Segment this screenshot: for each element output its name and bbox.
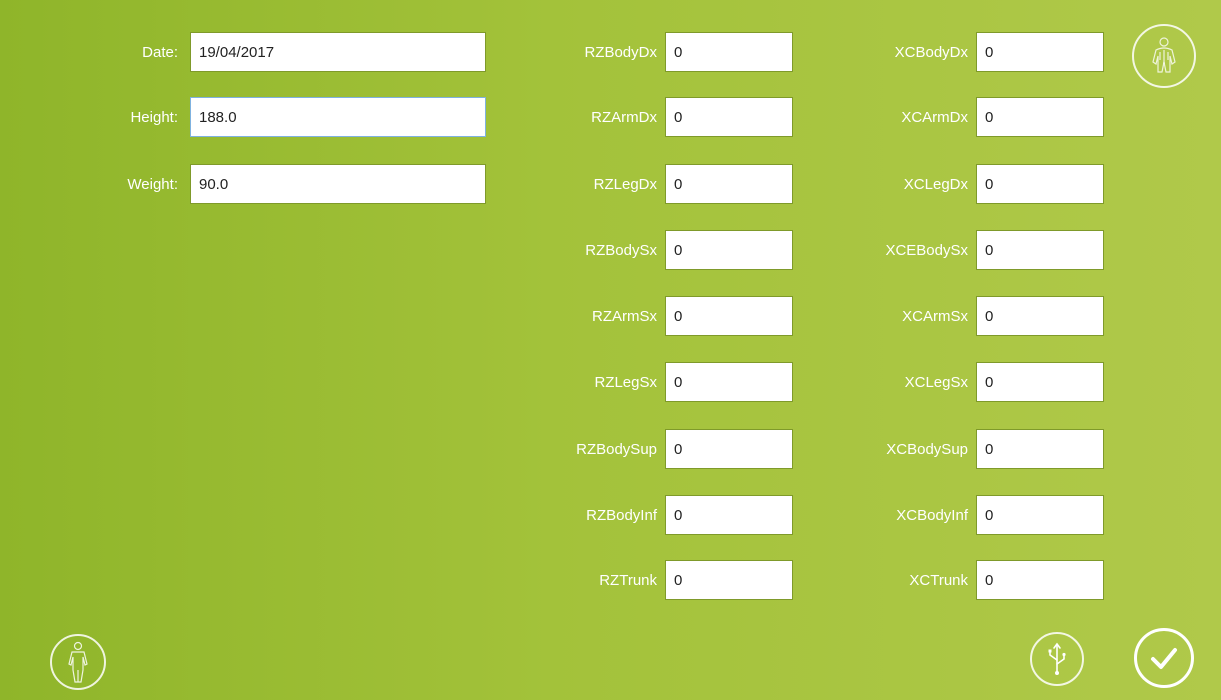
height-label: Height: — [130, 108, 178, 126]
confirm-button[interactable] — [1134, 628, 1194, 688]
usb-icon — [1043, 642, 1071, 676]
rzbodysup-label: RZBodySup — [576, 440, 657, 458]
rzbodysup-row: RZBodySup — [547, 429, 793, 469]
rzarmdx-input[interactable] — [665, 97, 793, 137]
weight-input[interactable] — [190, 164, 486, 204]
rzbodydx-label: RZBodyDx — [584, 43, 657, 61]
date-input[interactable] — [190, 32, 486, 72]
height-row: Height: — [70, 97, 486, 137]
weight-label: Weight: — [127, 175, 178, 193]
xclegsx-input[interactable] — [976, 362, 1104, 402]
body-muscles-icon — [1142, 34, 1186, 78]
xcarmsx-input[interactable] — [976, 296, 1104, 336]
body-figure-button[interactable] — [50, 634, 106, 690]
rzlegdx-label: RZLegDx — [593, 175, 657, 193]
rztrunk-row: RZTrunk — [547, 560, 793, 600]
xcarmsx-label: XCArmSx — [902, 307, 968, 325]
date-label: Date: — [142, 43, 178, 61]
rzbodydx-input[interactable] — [665, 32, 793, 72]
rzlegdx-input[interactable] — [665, 164, 793, 204]
rzarmdx-label: RZArmDx — [591, 108, 657, 126]
xcbodysup-row: XCBodySup — [858, 429, 1104, 469]
xcebodysx-row: XCEBodySx — [858, 230, 1104, 270]
xcbodydx-input[interactable] — [976, 32, 1104, 72]
rzarmsx-row: RZArmSx — [547, 296, 793, 336]
xcbodysup-label: XCBodySup — [886, 440, 968, 458]
rzbodyinf-input[interactable] — [665, 495, 793, 535]
rzlegsx-row: RZLegSx — [547, 362, 793, 402]
rzlegsx-input[interactable] — [665, 362, 793, 402]
xcarmdx-row: XCArmDx — [858, 97, 1104, 137]
rzlegdx-row: RZLegDx — [547, 164, 793, 204]
xcarmdx-label: XCArmDx — [901, 108, 968, 126]
xcbodydx-row: XCBodyDx — [858, 32, 1104, 72]
weight-row: Weight: — [70, 164, 486, 204]
usb-button[interactable] — [1030, 632, 1084, 686]
rzarmdx-row: RZArmDx — [547, 97, 793, 137]
rzbodysx-row: RZBodySx — [547, 230, 793, 270]
xclegdx-row: XCLegDx — [858, 164, 1104, 204]
date-row: Date: — [70, 32, 486, 72]
rzbodysup-input[interactable] — [665, 429, 793, 469]
rzbodysx-input[interactable] — [665, 230, 793, 270]
xcebodysx-label: XCEBodySx — [885, 241, 968, 259]
xctrunk-input[interactable] — [976, 560, 1104, 600]
rzbodyinf-label: RZBodyInf — [586, 506, 657, 524]
xcarmsx-row: XCArmSx — [858, 296, 1104, 336]
body-muscles-button[interactable] — [1132, 24, 1196, 88]
xclegsx-label: XCLegSx — [904, 373, 968, 391]
rztrunk-input[interactable] — [665, 560, 793, 600]
xcbodydx-label: XCBodyDx — [894, 43, 968, 61]
xcbodyinf-row: XCBodyInf — [858, 495, 1104, 535]
body-figure-icon — [59, 640, 97, 684]
xclegdx-label: XCLegDx — [903, 175, 968, 193]
xcbodyinf-label: XCBodyInf — [896, 506, 968, 524]
xcbodysup-input[interactable] — [976, 429, 1104, 469]
xctrunk-row: XCTrunk — [858, 560, 1104, 600]
rzbodyinf-row: RZBodyInf — [547, 495, 793, 535]
rzarmsx-label: RZArmSx — [592, 307, 657, 325]
height-input[interactable] — [190, 97, 486, 137]
rzarmsx-input[interactable] — [665, 296, 793, 336]
rzlegsx-label: RZLegSx — [594, 373, 657, 391]
rzbodydx-row: RZBodyDx — [547, 32, 793, 72]
xclegsx-row: XCLegSx — [858, 362, 1104, 402]
rzbodysx-label: RZBodySx — [585, 241, 657, 259]
xcebodysx-input[interactable] — [976, 230, 1104, 270]
checkmark-icon — [1147, 641, 1181, 675]
xclegdx-input[interactable] — [976, 164, 1104, 204]
xcbodyinf-input[interactable] — [976, 495, 1104, 535]
xcarmdx-input[interactable] — [976, 97, 1104, 137]
rztrunk-label: RZTrunk — [599, 571, 657, 589]
xctrunk-label: XCTrunk — [909, 571, 968, 589]
